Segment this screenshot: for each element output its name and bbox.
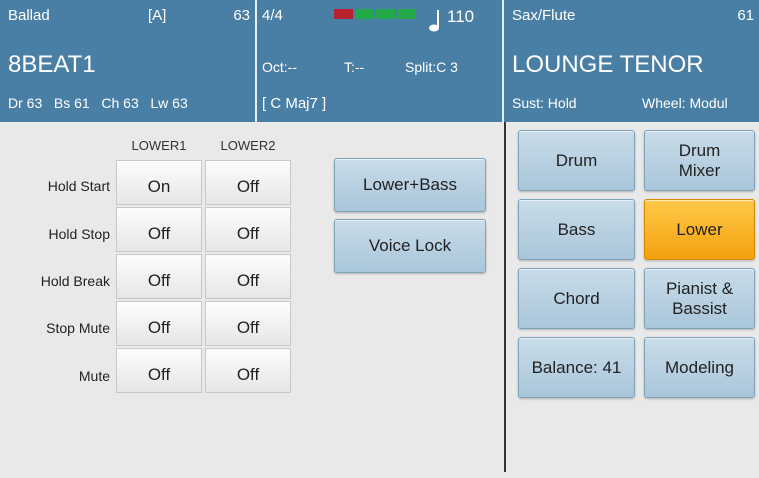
modeling-button[interactable]: Modeling: [644, 337, 755, 398]
beat-light: [376, 9, 395, 19]
beat-light: [334, 9, 353, 19]
stop-mute-lower1-toggle[interactable]: Off: [116, 301, 202, 346]
style-name: Ballad: [8, 7, 50, 24]
row-label-hold-stop: Hold Stop: [48, 226, 110, 242]
drum-button[interactable]: Drum: [518, 130, 635, 191]
column-header-lower2: LOWER2: [220, 138, 276, 153]
octave: Oct:--: [262, 59, 297, 75]
wheel-status: Wheel: Modul: [642, 95, 728, 111]
time-signature: 4/4: [262, 7, 283, 24]
mute-lower1-toggle[interactable]: Off: [116, 348, 202, 393]
header-separator: [255, 0, 257, 122]
vertical-divider: [504, 122, 506, 472]
column-header-lower1: LOWER1: [131, 138, 187, 153]
beat-indicator: [334, 9, 416, 19]
tempo-value: 110: [447, 7, 475, 26]
style-title: 8BEAT1: [8, 51, 96, 78]
drum-mixer-button[interactable]: Drum Mixer: [644, 130, 755, 191]
sustain-status: Sust: Hold: [512, 95, 577, 111]
hold-break-lower1-toggle[interactable]: Off: [116, 254, 202, 299]
hold-start-lower1-toggle[interactable]: On: [116, 160, 202, 205]
row-label-mute: Mute: [78, 368, 110, 384]
voice-lock-button[interactable]: Voice Lock: [334, 219, 486, 273]
bass-button[interactable]: Bass: [518, 199, 635, 260]
hold-stop-lower2-toggle[interactable]: Off: [205, 207, 291, 252]
pianist-bassist-button[interactable]: Pianist & Bassist: [644, 268, 755, 329]
chord-display: [ C Maj7 ]: [262, 95, 327, 112]
status-header: Ballad [A] 63 8BEAT1 Dr 63 Bs 61 Ch 63 L…: [0, 0, 759, 122]
note-icon: [429, 10, 439, 32]
row-label-stop-mute: Stop Mute: [46, 320, 110, 336]
mute-lower2-toggle[interactable]: Off: [205, 348, 291, 393]
beat-light: [397, 9, 416, 19]
voice-name: LOUNGE TENOR: [512, 51, 704, 78]
variation-indicator: [A]: [148, 7, 167, 24]
lower-bass-button[interactable]: Lower+Bass: [334, 158, 486, 212]
style-tempo-value: 63: [233, 7, 250, 24]
hold-start-lower2-toggle[interactable]: Off: [205, 160, 291, 205]
chord-button[interactable]: Chord: [518, 268, 635, 329]
split-point: Split:C 3: [405, 59, 458, 75]
voice-category: Sax/Flute: [512, 7, 576, 24]
stop-mute-lower2-toggle[interactable]: Off: [205, 301, 291, 346]
lower-button[interactable]: Lower: [644, 199, 755, 260]
hold-stop-lower1-toggle[interactable]: Off: [116, 207, 202, 252]
balance-button[interactable]: Balance: 41: [518, 337, 635, 398]
beat-light: [355, 9, 374, 19]
hold-break-lower2-toggle[interactable]: Off: [205, 254, 291, 299]
row-label-hold-break: Hold Break: [40, 273, 110, 289]
row-label-hold-start: Hold Start: [47, 178, 110, 194]
voice-number: 61: [737, 7, 754, 24]
part-volumes: Dr 63 Bs 61 Ch 63 Lw 63: [8, 95, 188, 111]
transpose: T:--: [344, 59, 365, 75]
header-separator: [502, 0, 504, 122]
